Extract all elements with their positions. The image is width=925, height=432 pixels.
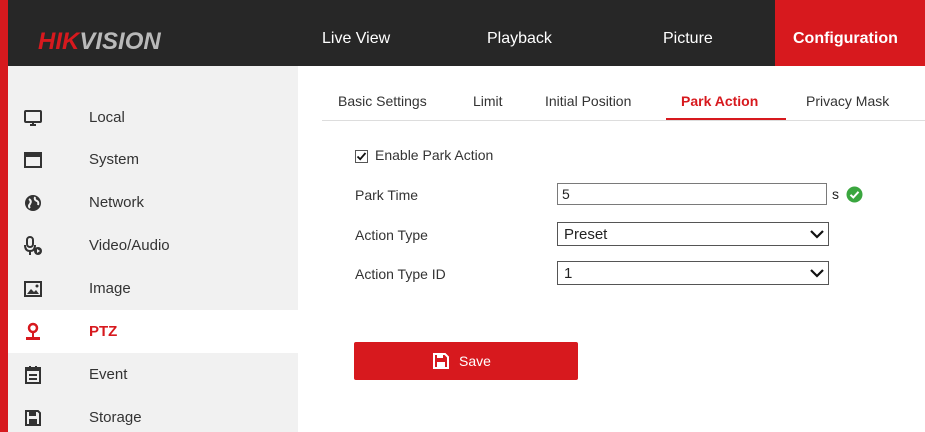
sidebar-item-storage[interactable]: Storage (8, 396, 298, 432)
sidebar-item-label: Event (89, 366, 128, 383)
globe-icon (25, 195, 41, 211)
nav-playback[interactable]: Playback (487, 0, 552, 66)
tab-basic-settings[interactable]: Basic Settings (338, 93, 427, 109)
action-type-id-label: Action Type ID (355, 266, 446, 282)
park-time-label: Park Time (355, 187, 419, 203)
nav-configuration[interactable]: Configuration (775, 0, 925, 66)
checkmark-icon (356, 152, 367, 161)
sidebar-item-label: Image (89, 280, 131, 297)
action-type-value: Preset (564, 226, 608, 243)
monitor-icon (24, 110, 42, 126)
sidebar-item-local[interactable]: Local (8, 96, 298, 139)
chevron-down-icon (810, 269, 824, 278)
chevron-down-icon (810, 230, 824, 239)
tab-limit[interactable]: Limit (473, 93, 503, 109)
tab-divider (322, 120, 925, 121)
save-icon (433, 353, 449, 369)
action-type-select[interactable]: Preset (557, 222, 829, 246)
sidebar-item-label: Local (89, 109, 125, 126)
sidebar-item-label: Storage (89, 409, 142, 426)
sidebar-item-image[interactable]: Image (8, 267, 298, 310)
image-icon (24, 281, 42, 297)
microphone-icon (24, 236, 42, 255)
save-button[interactable]: Save (354, 342, 578, 380)
sidebar-item-system[interactable]: System (8, 138, 298, 181)
nav-picture[interactable]: Picture (663, 0, 713, 66)
tab-privacy-mask[interactable]: Privacy Mask (806, 93, 889, 109)
valid-check-icon (846, 186, 863, 203)
sidebar-item-label: Video/Audio (89, 237, 170, 254)
logo-red-part: HIK (38, 28, 80, 55)
sidebar-item-video-audio[interactable]: Video/Audio (8, 224, 298, 267)
park-time-unit: s (832, 186, 839, 202)
park-time-input[interactable] (557, 183, 827, 205)
sidebar-item-ptz[interactable]: PTZ (0, 310, 298, 353)
tab-park-action[interactable]: Park Action (681, 93, 758, 109)
action-type-id-value: 1 (564, 265, 573, 282)
sidebar-item-label: System (89, 151, 140, 168)
sidebar-item-event[interactable]: Event (8, 353, 298, 396)
calendar-icon (25, 366, 41, 384)
sidebar-item-label: Network (89, 194, 145, 211)
floppy-icon (25, 410, 41, 426)
brand-logo: HIKVISION (38, 28, 161, 56)
save-button-label: Save (459, 353, 491, 369)
action-type-label: Action Type (355, 227, 428, 243)
nav-live-view[interactable]: Live View (322, 0, 390, 66)
system-icon (24, 152, 42, 168)
sidebar: Local System Network Video/Audio Image P… (0, 66, 298, 432)
enable-park-action-checkbox[interactable] (355, 150, 368, 163)
logo-gray-part: VISION (79, 28, 161, 55)
ptz-camera-icon (26, 322, 40, 340)
enable-park-action-label: Enable Park Action (375, 147, 494, 163)
tab-initial-position[interactable]: Initial Position (545, 93, 631, 109)
sidebar-item-network[interactable]: Network (8, 181, 298, 224)
sidebar-item-label: PTZ (89, 323, 118, 340)
left-accent-border (0, 66, 8, 432)
action-type-id-select[interactable]: 1 (557, 261, 829, 285)
